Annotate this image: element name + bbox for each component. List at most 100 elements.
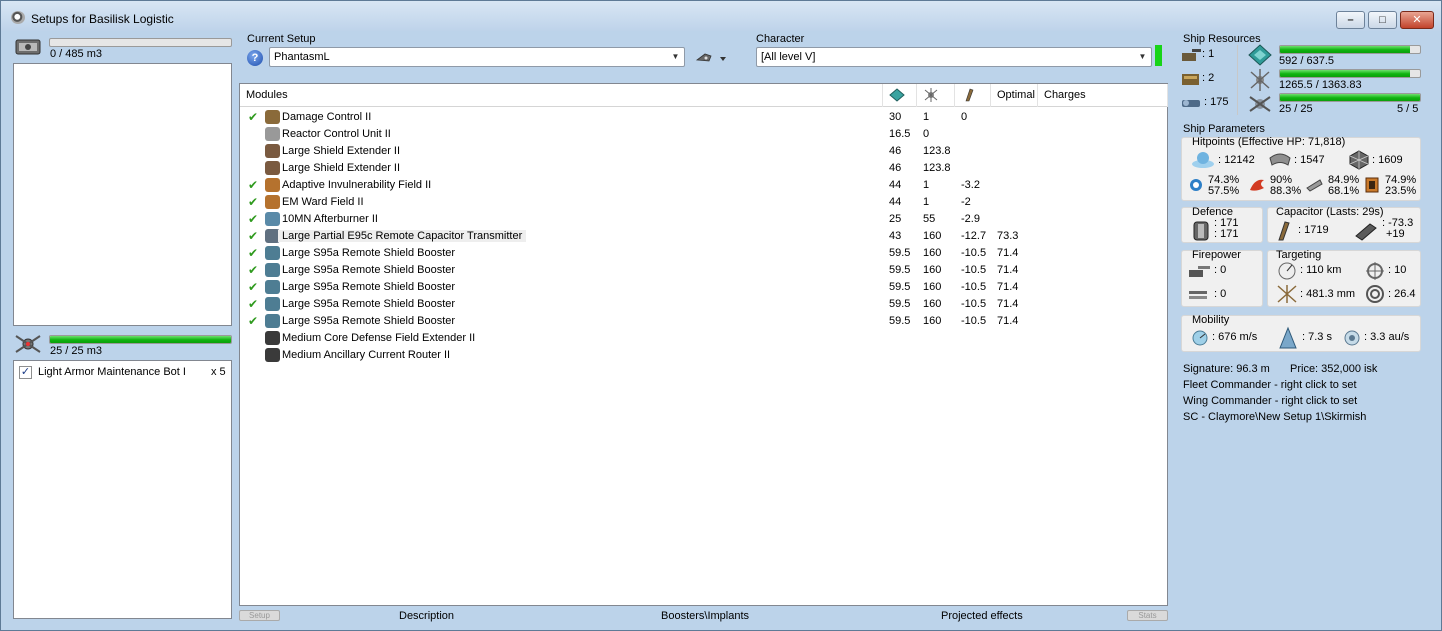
cargo-list[interactable] — [13, 63, 232, 326]
active-check-icon[interactable]: ✔ — [248, 212, 260, 226]
tab-projected-effects[interactable]: Projected effects — [941, 610, 1023, 622]
active-check-icon[interactable] — [248, 144, 260, 158]
column-optimal[interactable]: Optimal — [991, 84, 1038, 107]
table-row[interactable]: Reactor Control Unit II 16.5 0 — [240, 126, 1167, 143]
list-item-drone[interactable]: ✓ Light Armor Maintenance Bot I x 5 — [19, 365, 227, 381]
drone-count: x 5 — [211, 366, 226, 378]
module-icon — [265, 110, 280, 124]
ship-menu-button[interactable] — [695, 49, 729, 67]
module-powergrid: 123.8 — [923, 162, 951, 174]
active-check-icon[interactable]: ✔ — [248, 314, 260, 328]
armor-hp-icon — [1269, 153, 1291, 166]
table-row[interactable]: ✔ 10MN Afterburner II 25 55 -2.9 — [240, 211, 1167, 228]
column-capacitor[interactable] — [955, 84, 991, 107]
table-row[interactable]: ✔ Large S95a Remote Shield Booster 59.5 160… — [240, 262, 1167, 279]
setup-tab-button[interactable]: Setup — [239, 610, 280, 621]
calibration-icon — [1182, 100, 1200, 107]
active-check-icon[interactable]: ✔ — [248, 246, 260, 260]
module-name: Adaptive Invulnerability Field II — [282, 179, 432, 191]
drone-list[interactable]: ✓ Light Armor Maintenance Bot I x 5 — [13, 360, 232, 619]
drone-bandwidth-icon — [1249, 96, 1271, 112]
module-name: 10MN Afterburner II — [282, 213, 378, 225]
table-row[interactable]: Medium Ancillary Current Router II — [240, 347, 1167, 364]
active-check-icon[interactable]: ✔ — [248, 178, 260, 192]
tab-description[interactable]: Description — [399, 610, 454, 622]
table-row[interactable]: ✔ Large S95a Remote Shield Booster 59.5 160… — [240, 279, 1167, 296]
table-row[interactable]: ✔ Large S95a Remote Shield Booster 59.5 160… — [240, 296, 1167, 313]
armor-hp-value: : 1547 — [1294, 154, 1325, 166]
targeting-group: Targeting : 110 km : 10 : 481.3 mm : 26.… — [1267, 249, 1421, 307]
launcher-count: : 2 — [1202, 72, 1215, 84]
minimize-icon: – — [1347, 14, 1354, 26]
table-row[interactable]: ✔ Adaptive Invulnerability Field II 44 1 -3.… — [240, 177, 1167, 194]
drone-bay-bar — [49, 335, 232, 344]
calibration-value: : 175 — [1204, 96, 1229, 108]
module-icon — [265, 161, 280, 175]
tab-boosters-implants[interactable]: Boosters\Implants — [661, 610, 749, 622]
active-check-icon[interactable]: ✔ — [248, 263, 260, 277]
table-row[interactable]: ✔ Damage Control II 30 1 0 — [240, 109, 1167, 126]
active-check-icon[interactable] — [248, 161, 260, 175]
column-cpu[interactable] — [883, 84, 917, 107]
resources-divider — [1237, 45, 1238, 115]
turret-dps-icon — [1189, 266, 1210, 277]
velocity-value: : 676 m/s — [1212, 331, 1258, 343]
module-cpu: 43 — [889, 230, 902, 242]
fleet-commander-text[interactable]: Fleet Commander - right click to set — [1183, 379, 1357, 391]
active-check-icon[interactable]: ✔ — [248, 297, 260, 311]
column-charges[interactable]: Charges — [1038, 84, 1168, 107]
table-row[interactable]: ✔ Large S95a Remote Shield Booster 59.5 160… — [240, 245, 1167, 262]
setup-select[interactable]: PhantasmL ▼ — [269, 47, 685, 67]
table-row[interactable]: ✔ Large S95a Remote Shield Booster 59.5 160… — [240, 313, 1167, 330]
active-check-icon[interactable]: ✔ — [248, 280, 260, 294]
velocity-icon — [1192, 330, 1208, 346]
module-name: Large Partial E95c Remote Capacitor Tran… — [278, 230, 527, 242]
warp-speed-icon — [1344, 330, 1360, 346]
active-check-icon[interactable] — [248, 127, 260, 141]
active-check-icon[interactable]: ✔ — [248, 110, 260, 124]
active-check-icon[interactable]: ✔ — [248, 229, 260, 243]
table-row[interactable]: ✔ Large Partial E95c Remote Capacitor Tra… — [240, 228, 1167, 245]
cargo-hold-icon — [15, 39, 41, 55]
cpu-bar — [1279, 45, 1421, 54]
module-icon — [265, 263, 280, 277]
stats-tab-button[interactable]: Stats — [1127, 610, 1168, 621]
module-powergrid: 160 — [923, 315, 942, 327]
module-cpu: 59.5 — [889, 298, 911, 310]
table-row[interactable]: Large Shield Extender II 46 123.8 — [240, 143, 1167, 160]
module-icon — [265, 195, 280, 209]
powergrid-icon — [924, 88, 938, 102]
module-capacitor: 0 — [961, 111, 968, 123]
column-modules[interactable]: Modules — [240, 84, 883, 107]
modules-list[interactable]: Modules Optimal Charges ✔ Damage Control … — [239, 83, 1168, 606]
active-check-icon[interactable] — [248, 331, 260, 345]
capacitor-label: Capacitor (Lasts: 29s) — [1276, 206, 1384, 218]
drone-bay-capacity-text: 25 / 25 m3 — [50, 345, 102, 357]
table-row[interactable]: ✔ EM Ward Field II 44 1 -2 — [240, 194, 1167, 211]
active-check-icon[interactable]: ✔ — [248, 195, 260, 209]
character-select[interactable]: [All level V] ▼ — [756, 47, 1152, 67]
active-check-icon[interactable] — [248, 348, 260, 362]
module-name: Large S95a Remote Shield Booster — [282, 315, 456, 327]
title-bar[interactable]: Setups for Basilisk Logistic – □ ✕ — [1, 1, 1441, 31]
table-row[interactable]: Large Shield Extender II 46 123.8 — [240, 160, 1167, 177]
drone-checkbox[interactable]: ✓ — [19, 366, 32, 379]
column-powergrid[interactable] — [917, 84, 955, 107]
max-targets-icon — [1366, 262, 1384, 280]
missile-dps-icon — [1189, 291, 1207, 299]
maximize-button[interactable]: □ — [1368, 11, 1397, 29]
module-optimal: 71.4 — [997, 264, 1019, 276]
table-row[interactable]: Medium Core Defense Field Extender II — [240, 330, 1167, 347]
wing-commander-text[interactable]: Wing Commander - right click to set — [1183, 395, 1357, 407]
sensor-strength-value: : 26.4 — [1388, 288, 1416, 300]
minimize-button[interactable]: – — [1336, 11, 1365, 29]
module-optimal: 71.4 — [997, 247, 1019, 259]
squad-commander-text[interactable]: SC - Claymore\New Setup 1\Skirmish — [1183, 411, 1366, 423]
ship-resources-group: : 1 : 2 : 175 592 / 637.5 1265.5 / 1363.… — [1178, 41, 1429, 119]
cpu-bar-fill — [1280, 46, 1411, 53]
thermal-resist-icon — [1250, 179, 1264, 191]
defence-value-b: : 171 — [1214, 228, 1239, 240]
close-button[interactable]: ✕ — [1400, 11, 1434, 29]
help-icon[interactable]: ? — [247, 50, 263, 66]
module-powergrid: 160 — [923, 247, 942, 259]
